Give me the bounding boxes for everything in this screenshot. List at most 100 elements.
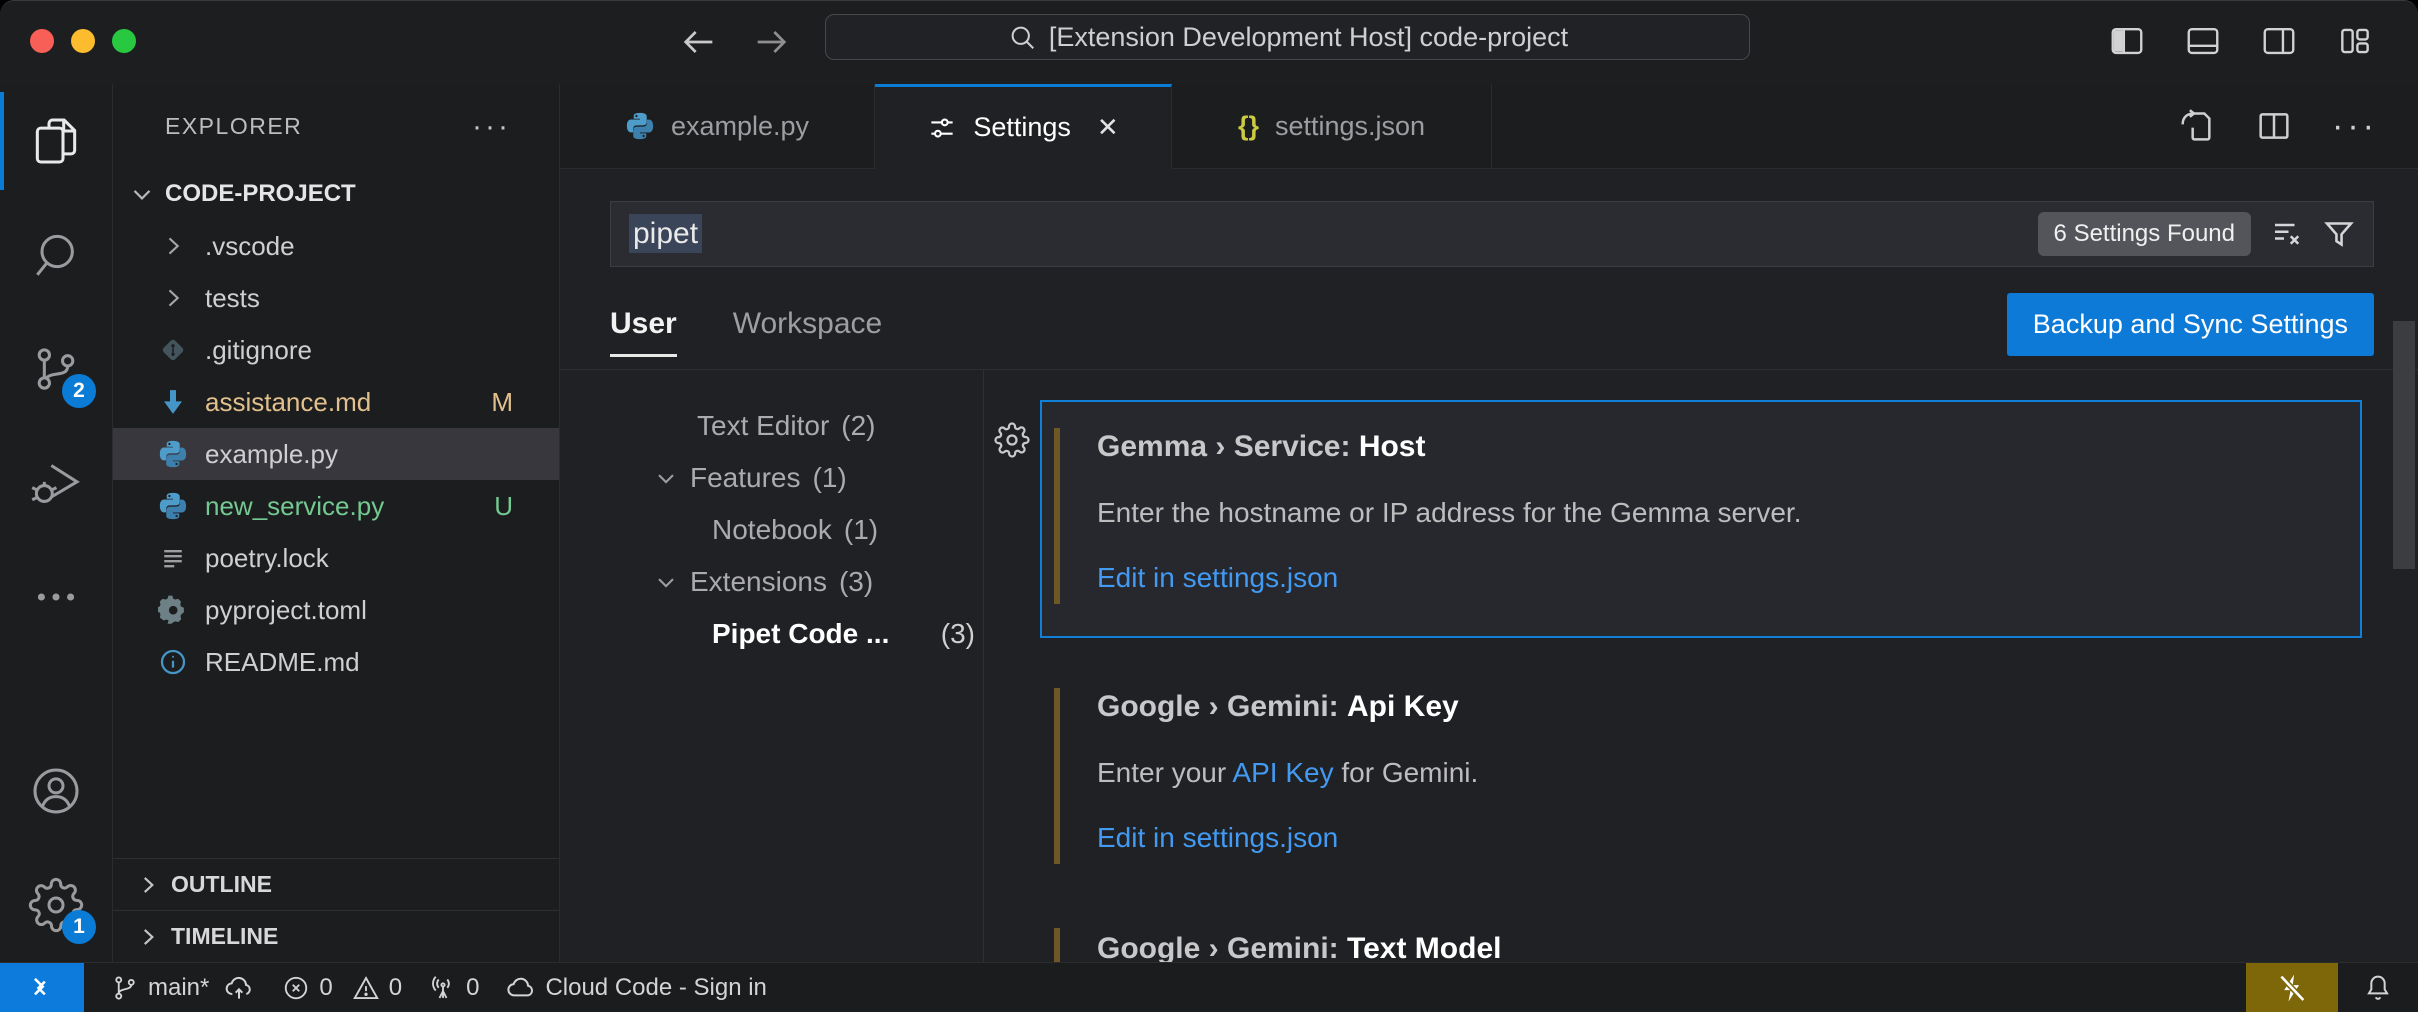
- minimize-window-button[interactable]: [71, 29, 95, 53]
- settings-sliders-icon: [927, 113, 957, 143]
- toggle-primary-sidebar-icon: [2108, 22, 2146, 60]
- selected-text: pipet: [629, 214, 702, 253]
- tab-bar: example.py Settings ✕ {} settings.json: [560, 84, 2418, 169]
- toggle-panel-button[interactable]: [2182, 20, 2224, 62]
- explorer-item-example-py[interactable]: example.py: [113, 428, 559, 480]
- ports-status[interactable]: 0: [428, 973, 479, 1003]
- git-branch-status[interactable]: main*: [110, 973, 209, 1003]
- cloud-code-signin[interactable]: Cloud Code - Sign in: [505, 972, 766, 1004]
- go-back-button[interactable]: [676, 19, 722, 65]
- activity-run-debug[interactable]: [0, 426, 112, 540]
- edit-in-settings-json-link[interactable]: Edit in settings.json: [1097, 822, 2330, 854]
- api-key-link[interactable]: API Key: [1232, 757, 1333, 788]
- setting-description: Enter the hostname or IP address for the…: [1097, 497, 2330, 529]
- files-icon: [28, 113, 84, 169]
- filter-settings-button[interactable]: [2321, 216, 2357, 252]
- titlebar: [Extension Development Host] code-projec…: [0, 1, 2418, 84]
- toc-item-pipet-code[interactable]: Pipet Code ... (3): [560, 608, 983, 660]
- activity-explorer[interactable]: [0, 84, 112, 198]
- python-icon: [157, 438, 189, 470]
- explorer-item-gitignore[interactable]: .gitignore: [113, 324, 559, 376]
- split-editor-button[interactable]: [2254, 106, 2294, 146]
- setting-name: Host: [1359, 430, 1426, 463]
- scope-tab-workspace[interactable]: Workspace: [733, 279, 883, 369]
- file-name: pyproject.toml: [205, 595, 367, 626]
- tab-example-py[interactable]: example.py: [560, 84, 875, 168]
- file-name: assistance.md: [205, 387, 371, 418]
- setting-entry-gemini-api-key[interactable]: Google › Gemini: Api Key Enter your API …: [1040, 660, 2362, 898]
- settings-toc: Text Editor (2) Features (1) Notebook: [560, 370, 984, 962]
- activity-accounts[interactable]: [0, 734, 112, 848]
- explorer-item-vscode[interactable]: .vscode: [113, 220, 559, 272]
- setting-category: Google › Gemini:: [1097, 690, 1339, 723]
- explorer-more-actions-button[interactable]: ···: [472, 110, 511, 144]
- toc-count: (1): [813, 462, 847, 494]
- explorer-item-readme-md[interactable]: README.md: [113, 636, 559, 688]
- file-name: new_service.py: [205, 491, 384, 522]
- outline-panel-header[interactable]: OUTLINE: [113, 858, 559, 910]
- settings-scope-tabs: User Workspace Backup and Sync Settings: [610, 279, 2374, 369]
- go-forward-button[interactable]: [748, 19, 794, 65]
- timeline-panel-header[interactable]: TIMELINE: [113, 910, 559, 962]
- explorer-root-folder[interactable]: CODE-PROJECT: [113, 168, 559, 220]
- tab-settings[interactable]: Settings ✕: [875, 84, 1172, 169]
- cloud-code-label: Cloud Code - Sign in: [545, 974, 766, 1002]
- git-status-badge: M: [491, 387, 513, 418]
- flash-off-icon: [2275, 971, 2309, 1005]
- setting-entry-gemini-text-model[interactable]: Google › Gemini: Text Model: [1040, 920, 2362, 962]
- toc-count: (3): [839, 566, 873, 598]
- explorer-item-poetry-lock[interactable]: poetry.lock: [113, 532, 559, 584]
- editor-actions: ···: [2176, 84, 2418, 168]
- setting-entry-gemma-service-host[interactable]: Gemma › Service: Host Enter the hostname…: [1040, 400, 2362, 638]
- scrollbar-thumb[interactable]: [2393, 321, 2415, 569]
- toggle-primary-sidebar-button[interactable]: [2106, 20, 2148, 62]
- problems-status[interactable]: 0 0: [281, 973, 402, 1003]
- notifications-button[interactable]: [2338, 963, 2418, 1012]
- flash-status-button[interactable]: [2246, 963, 2338, 1012]
- toc-item-features[interactable]: Features (1): [560, 452, 983, 504]
- command-center-search[interactable]: [Extension Development Host] code-projec…: [825, 14, 1750, 60]
- toc-label: Text Editor: [697, 410, 829, 442]
- setting-title: Google › Gemini: Api Key: [1097, 690, 2330, 724]
- backup-sync-settings-button[interactable]: Backup and Sync Settings: [2007, 293, 2374, 356]
- explorer-item-pyproject-toml[interactable]: pyproject.toml: [113, 584, 559, 636]
- customize-layout-icon: [2336, 22, 2374, 60]
- window-title: [Extension Development Host] code-projec…: [1049, 22, 1568, 53]
- file-name: .gitignore: [205, 335, 312, 366]
- clear-search-filters-button[interactable]: [2269, 216, 2305, 252]
- setting-category: Google › Gemini:: [1097, 932, 1339, 962]
- chevron-right-icon: [135, 924, 161, 950]
- explorer-item-new-service-py[interactable]: new_service.py U: [113, 480, 559, 532]
- customize-layout-button[interactable]: [2334, 20, 2376, 62]
- activity-search[interactable]: [0, 198, 112, 312]
- ports-count: 0: [466, 974, 479, 1002]
- more-editor-actions-button[interactable]: ···: [2332, 107, 2378, 146]
- open-settings-json-button[interactable]: [2176, 106, 2216, 146]
- publish-changes-button[interactable]: [223, 972, 255, 1004]
- remote-indicator-icon: [25, 971, 59, 1005]
- activity-additional-views[interactable]: [0, 540, 112, 654]
- activity-source-control[interactable]: 2: [0, 312, 112, 426]
- remote-indicator-button[interactable]: [0, 963, 84, 1012]
- toc-item-notebook[interactable]: Notebook (1): [560, 504, 983, 556]
- edit-in-settings-json-link[interactable]: Edit in settings.json: [1097, 562, 2330, 594]
- close-tab-icon[interactable]: ✕: [1097, 112, 1119, 143]
- explorer-item-tests[interactable]: tests: [113, 272, 559, 324]
- settings-search-input[interactable]: pipet 6 Settings Found: [610, 201, 2374, 267]
- activity-manage[interactable]: 1: [0, 848, 112, 962]
- scope-tab-user[interactable]: User: [610, 279, 677, 369]
- close-window-button[interactable]: [30, 29, 54, 53]
- zoom-window-button[interactable]: [112, 29, 136, 53]
- explorer-item-assistance-md[interactable]: assistance.md M: [113, 376, 559, 428]
- tab-settings-json[interactable]: {} settings.json: [1172, 84, 1492, 168]
- filter-funnel-icon: [2321, 216, 2357, 252]
- setting-gear-icon[interactable]: [994, 422, 1030, 458]
- file-name: README.md: [205, 647, 360, 678]
- toggle-secondary-sidebar-button[interactable]: [2258, 20, 2300, 62]
- toc-item-text-editor[interactable]: Text Editor (2): [560, 400, 983, 452]
- settings-count-badge: 6 Settings Found: [2038, 212, 2251, 256]
- arrow-left-icon: [679, 22, 719, 62]
- git-status-badge: U: [494, 491, 513, 522]
- toc-item-extensions[interactable]: Extensions (3): [560, 556, 983, 608]
- traffic-lights: [30, 29, 136, 53]
